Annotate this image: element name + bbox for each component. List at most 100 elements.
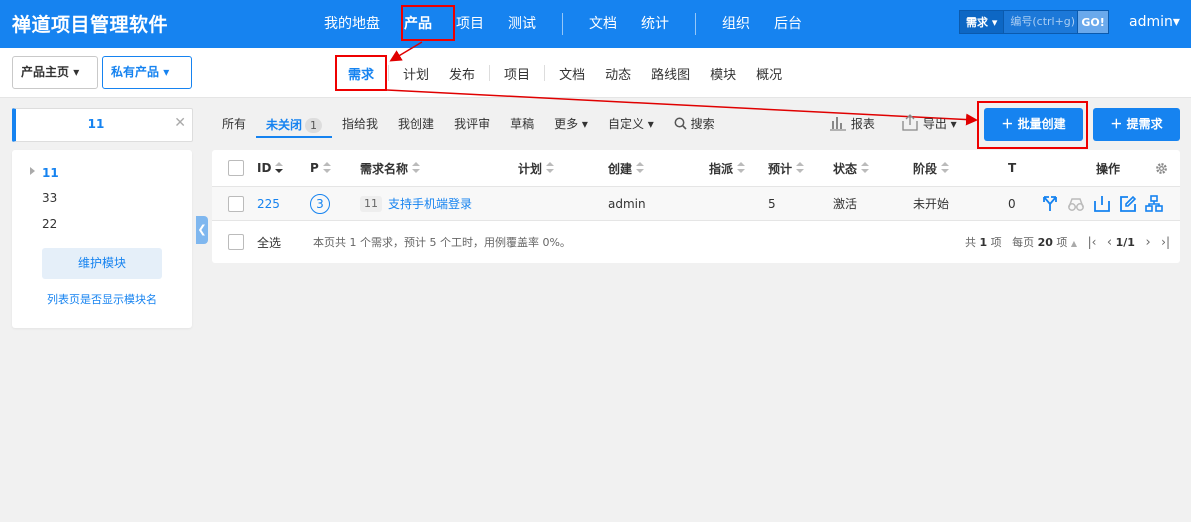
col-id[interactable]: ID	[257, 150, 284, 186]
subnav-release[interactable]: 发布	[439, 64, 485, 83]
col-actions: 操作	[1096, 161, 1121, 176]
report-button[interactable]: 报表	[829, 108, 875, 140]
subnav-roadmap[interactable]: 路线图	[641, 64, 700, 83]
subnav-doc[interactable]: 文档	[549, 64, 595, 83]
col-tasks: T	[1008, 161, 1017, 175]
filter-unclosed[interactable]: 未关闭 1	[256, 110, 333, 138]
user-menu[interactable]: admin▾	[1129, 14, 1180, 30]
select-all-label[interactable]: 全选	[257, 221, 281, 263]
search-input[interactable]: 编号(ctrl+g)	[1004, 10, 1079, 34]
show-module-name-link[interactable]: 列表页是否显示模块名	[12, 291, 192, 307]
col-status[interactable]: 状态	[833, 150, 870, 186]
search-type-select[interactable]: 需求 ▾	[959, 10, 1005, 34]
chevron-left-icon[interactable]: ❮	[196, 216, 208, 244]
close-story-icon[interactable]	[1093, 195, 1111, 213]
export-dropdown[interactable]: 导出 ▾	[901, 108, 957, 140]
maintain-module-button[interactable]: 维护模块	[42, 248, 162, 279]
subnav-divider	[544, 65, 546, 81]
nav-report[interactable]: 统计	[629, 0, 681, 48]
row-actions	[1041, 187, 1171, 220]
col-pri[interactable]: P	[310, 150, 331, 186]
subnav-module[interactable]: 模块	[700, 64, 746, 83]
gear-icon-svg	[1156, 162, 1167, 174]
col-stage[interactable]: 阶段	[913, 150, 950, 186]
nav-my[interactable]: 我的地盘	[312, 0, 392, 48]
priority-badge: 3	[310, 193, 330, 214]
filter-draft[interactable]: 草稿	[500, 108, 544, 140]
quick-search: 需求 ▾ 编号(ctrl+g) GO!	[959, 10, 1109, 34]
sort-icon	[796, 162, 805, 174]
export-icon	[902, 114, 918, 131]
story-id-link[interactable]: 225	[257, 187, 280, 220]
count-badge: 1	[305, 118, 323, 133]
sort-icon	[412, 162, 421, 174]
highlight-subnav-story	[335, 55, 387, 91]
nav-qa[interactable]: 测试	[496, 0, 548, 48]
nav-doc[interactable]: 文档	[577, 0, 629, 48]
subdivide-icon[interactable]	[1145, 194, 1163, 213]
filter-reviewed-by-me[interactable]: 我评审	[444, 108, 500, 140]
col-estimate[interactable]: 预计	[768, 150, 805, 186]
story-estimate: 5	[768, 196, 776, 211]
sort-icon	[861, 162, 870, 174]
search-icon	[674, 117, 687, 130]
col-plan[interactable]: 计划	[518, 150, 555, 186]
module-search-box[interactable]: 11 ✕	[12, 108, 193, 142]
subnav-divider	[388, 65, 390, 81]
caret-up-icon: ▲	[1070, 239, 1078, 248]
filter-more-dropdown[interactable]: 更多 ▾	[544, 108, 598, 140]
filter-custom-dropdown[interactable]: 自定义 ▾	[598, 108, 664, 140]
per-page-dropdown[interactable]: 每页 20 项 ▲	[1012, 234, 1077, 250]
caret-right-icon[interactable]	[30, 167, 35, 175]
story-filter-bar: 所有 未关闭 1 指给我 我创建 我评审 草稿 更多 ▾ 自定义 ▾ 搜索	[212, 108, 725, 140]
col-opened-by[interactable]: 创建	[608, 150, 645, 186]
last-page-icon[interactable]: ›|	[1161, 235, 1170, 249]
search-go-button[interactable]: GO!	[1078, 10, 1109, 34]
filter-created-by-me[interactable]: 我创建	[388, 108, 444, 140]
filter-assigned-to-me[interactable]: 指给我	[332, 108, 388, 140]
footer-select-all-checkbox[interactable]	[228, 234, 244, 250]
nav-admin[interactable]: 后台	[762, 0, 814, 48]
subnav-view[interactable]: 概况	[746, 64, 792, 83]
module-tree-panel: 11 33 22 维护模块 列表页是否显示模块名	[12, 150, 192, 328]
col-title[interactable]: 需求名称	[360, 150, 421, 186]
nav-divider	[562, 13, 563, 35]
search-toggle[interactable]: 搜索	[664, 108, 725, 140]
prev-page-icon[interactable]: ‹	[1107, 235, 1112, 250]
story-opened-by: admin	[608, 196, 646, 211]
module-item[interactable]: 33	[42, 191, 57, 205]
bar-chart-icon	[830, 117, 846, 131]
close-icon[interactable]: ✕	[174, 115, 186, 131]
subnav-project[interactable]: 项目	[494, 64, 540, 83]
col-assigned-to[interactable]: 指派	[709, 150, 746, 186]
module-item[interactable]: 22	[42, 217, 57, 231]
row-checkbox[interactable]	[228, 195, 244, 212]
brand-title: 禅道项目管理软件	[12, 14, 169, 36]
sort-icon	[546, 162, 555, 174]
pager-total: 1	[979, 235, 988, 249]
next-page-icon[interactable]: ›	[1145, 235, 1150, 250]
nav-company[interactable]: 组织	[710, 0, 762, 48]
sort-icon	[275, 162, 284, 174]
filter-all[interactable]: 所有	[212, 108, 256, 140]
sort-icon	[941, 162, 950, 174]
main-nav: 我的地盘 产品 项目 测试 文档 统计 组织 后台	[312, 0, 814, 48]
create-story-button[interactable]: ＋ 提需求	[1093, 108, 1180, 141]
nav-divider	[695, 13, 696, 35]
first-page-icon[interactable]: |‹	[1088, 235, 1097, 249]
module-tag: 11	[360, 195, 382, 212]
product-switcher-dropdown[interactable]: 私有产品 ▾	[102, 56, 192, 89]
product-home-dropdown[interactable]: 产品主页 ▾	[12, 56, 98, 89]
story-table: ID P 需求名称 计划 创建 指派 预计 状态 阶段 T 操作 225 3 1…	[212, 150, 1180, 263]
gear-icon[interactable]	[1154, 150, 1169, 186]
module-item[interactable]: 11	[42, 166, 59, 180]
subnav-plan[interactable]: 计划	[393, 64, 439, 83]
edit-icon[interactable]	[1119, 195, 1137, 213]
subnav-dynamic[interactable]: 动态	[595, 64, 641, 83]
story-title-link[interactable]: 支持手机端登录	[388, 195, 472, 212]
caret-down-icon: ▾	[1172, 14, 1180, 30]
table-footer: 全选 本页共 1 个需求，预计 5 个工时，用例覆盖率 0%。 共 1 项 每页…	[212, 221, 1180, 263]
select-all-checkbox[interactable]	[228, 160, 244, 176]
story-status: 激活	[833, 197, 858, 211]
change-icon[interactable]	[1041, 195, 1059, 213]
